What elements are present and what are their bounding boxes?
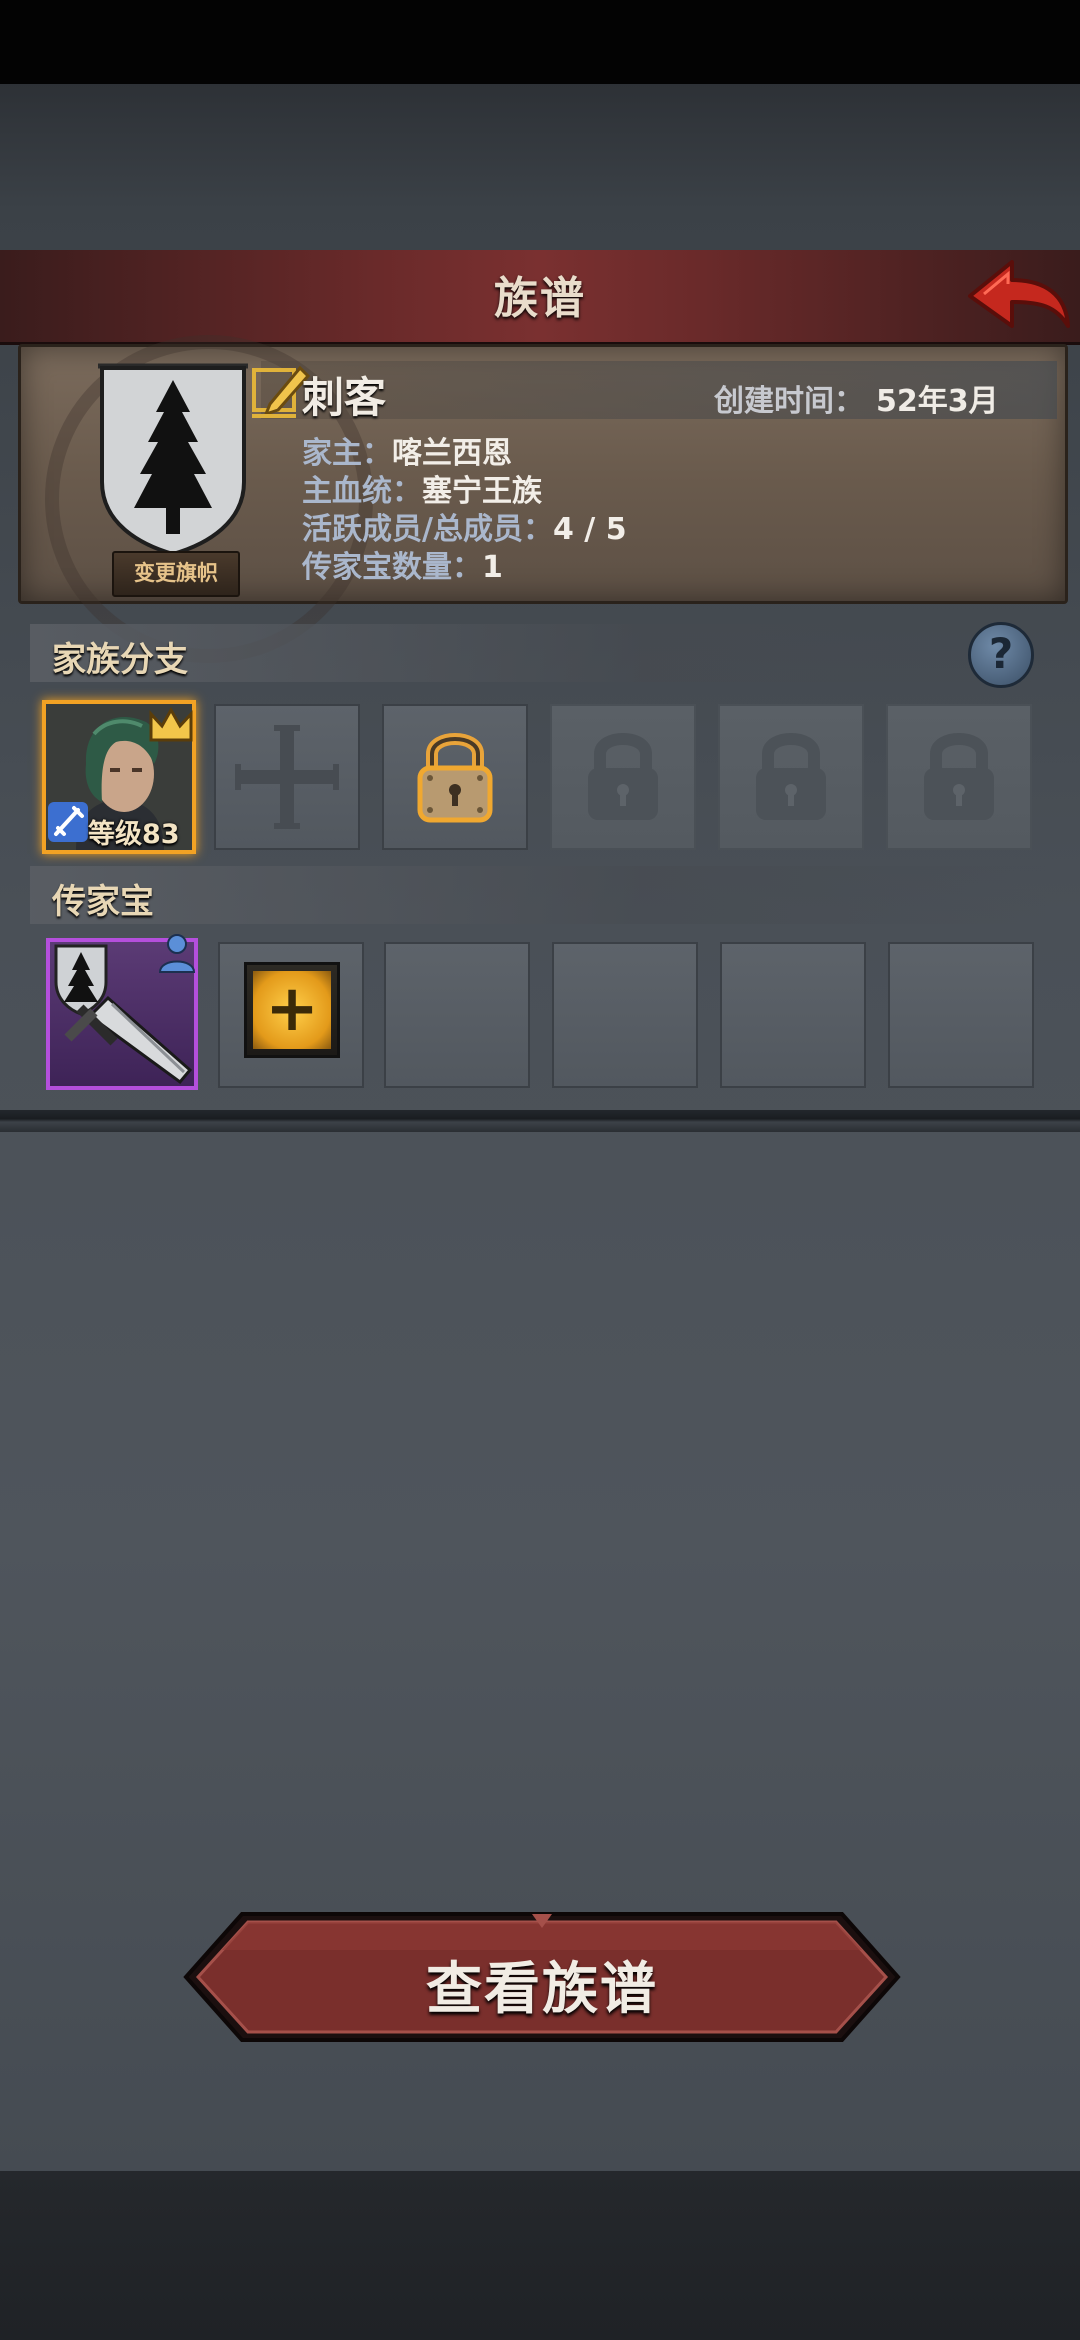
heirlooms-section-bar (30, 866, 1050, 924)
add-heirloom-button[interactable]: + (244, 962, 340, 1058)
created-time-value: 52年3月 (876, 384, 999, 419)
help-icon: ? (988, 629, 1014, 678)
change-banner-button[interactable]: 变更旗帜 (112, 551, 240, 597)
sword-class-icon (48, 802, 88, 842)
add-icon: + (253, 971, 331, 1049)
page-title: 族谱 (494, 273, 586, 324)
padlock-icon (756, 733, 826, 820)
heirloom-slot-add[interactable]: + (218, 942, 364, 1088)
cross-icon (235, 725, 339, 829)
branch-slot-locked[interactable] (718, 704, 864, 850)
heirloom-slot-empty[interactable] (720, 942, 866, 1088)
view-tree-label: 查看族谱 (426, 1957, 658, 2022)
heirloom-slot-empty[interactable] (888, 942, 1034, 1088)
branch-slot-locked[interactable] (550, 704, 696, 850)
back-arrow-icon (968, 260, 1070, 328)
person-icon (158, 934, 196, 973)
status-bar-area (0, 0, 1080, 84)
branches-title: 家族分支 (52, 640, 188, 680)
help-button[interactable]: ? (968, 622, 1034, 688)
padlock-icon (588, 733, 658, 820)
clan-name: 刺客 (302, 373, 387, 422)
branch-slot-unlockable[interactable] (382, 704, 528, 850)
heirloom-slot-empty[interactable] (384, 942, 530, 1088)
heirlooms-title: 传家宝 (52, 882, 154, 922)
tree-banner-icon (98, 363, 248, 557)
padlock-icon (924, 733, 994, 820)
crown-icon (149, 706, 193, 742)
created-time-label: 创建时间： (714, 384, 864, 419)
navigation-bar-area (0, 2171, 1080, 2340)
heirloom-slot-empty[interactable] (552, 942, 698, 1088)
padlock-icon (417, 733, 493, 823)
member-level: 等级83 (88, 819, 180, 850)
branch-slot-empty[interactable] (214, 704, 360, 850)
branch-slot-locked[interactable] (886, 704, 1032, 850)
back-button[interactable] (966, 254, 1072, 338)
info-row-heirloom-count: 传家宝数量：1 (302, 550, 503, 585)
clan-banner[interactable] (98, 362, 248, 557)
section-divider (0, 1110, 1080, 1132)
